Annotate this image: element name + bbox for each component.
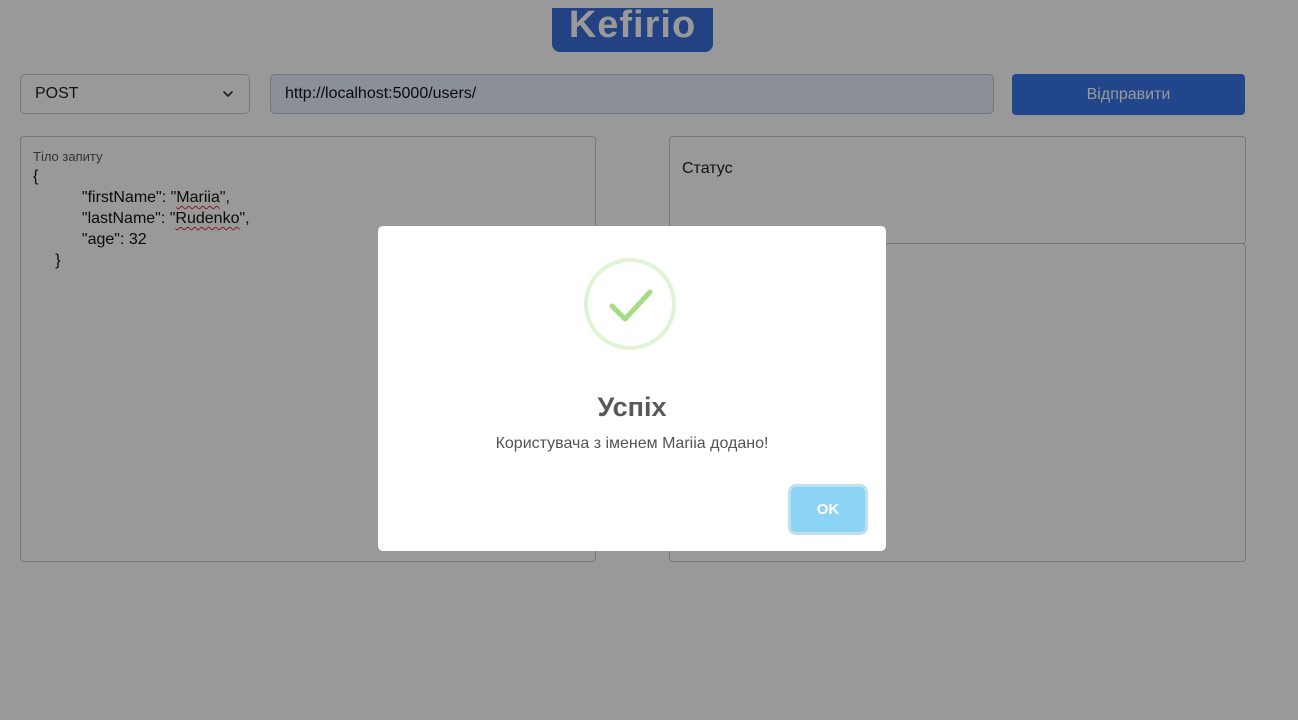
success-dialog: Успіх Користувача з іменем Mariia додано… [378, 226, 886, 551]
ok-button[interactable]: OK [791, 487, 865, 532]
dialog-title: Успіх [597, 392, 667, 422]
dialog-message: Користувача з іменем Mariia додано! [495, 435, 769, 452]
checkmark-icon [584, 258, 676, 350]
